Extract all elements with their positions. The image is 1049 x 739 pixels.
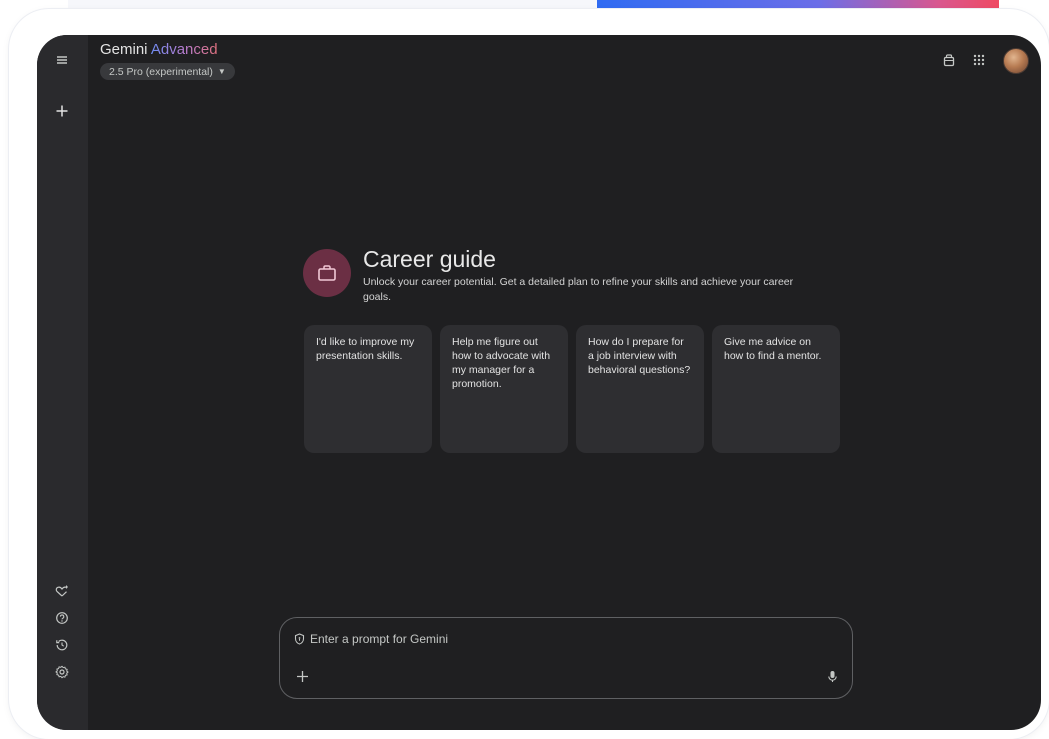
gem-bag-icon[interactable]	[938, 49, 960, 71]
browser-strip	[68, 0, 598, 8]
shield-icon	[294, 633, 305, 645]
tablet-frame: Gemini Advanced 2.5 Pro (experimental) ▼…	[9, 9, 1049, 739]
gem-title: Career guide	[363, 246, 496, 272]
prompt-card[interactable]: I'd like to improve my presentation skil…	[304, 325, 432, 453]
tier-label: Advanced	[150, 41, 218, 58]
gem-description: Unlock your career potential. Get a deta…	[363, 276, 794, 303]
app-title: Gemini Advanced	[100, 41, 218, 58]
model-label: 2.5 Pro (experimental)	[109, 65, 213, 78]
new-chat-icon[interactable]	[50, 99, 74, 123]
model-selector[interactable]: 2.5 Pro (experimental) ▼	[100, 63, 235, 80]
placeholder-text: Enter a prompt for Gemini	[310, 632, 449, 646]
prompt-text: How do I prepare for a job interview wit…	[588, 336, 691, 376]
prompt-input[interactable]: Enter a prompt for Gemini	[279, 617, 853, 699]
settings-icon[interactable]	[50, 660, 74, 684]
prompt-card[interactable]: Give me advice on how to find a mentor.	[712, 325, 840, 453]
add-attachment-icon[interactable]	[292, 666, 312, 686]
input-placeholder: Enter a prompt for Gemini	[294, 632, 448, 646]
prompt-card[interactable]: Help me figure out how to advocate with …	[440, 325, 568, 453]
avatar[interactable]	[1003, 48, 1029, 74]
caret-down-icon: ▼	[217, 67, 226, 76]
prompt-text: Help me figure out how to advocate with …	[452, 336, 551, 390]
prompt-card[interactable]: How do I prepare for a job interview wit…	[576, 325, 704, 453]
menu-icon[interactable]	[50, 48, 74, 72]
apps-grid-icon[interactable]	[968, 49, 990, 71]
help-icon[interactable]	[50, 606, 74, 630]
activity-icon[interactable]	[50, 633, 74, 657]
side-rail	[37, 35, 88, 730]
briefcase-icon	[303, 249, 351, 297]
prompt-text: Give me advice on how to find a mentor.	[724, 336, 822, 362]
gem-manager-icon[interactable]	[50, 579, 74, 603]
app-screen: Gemini Advanced 2.5 Pro (experimental) ▼…	[37, 35, 1041, 730]
microphone-icon[interactable]	[824, 668, 840, 684]
gradient-banner	[597, 0, 999, 8]
prompt-text: I'd like to improve my presentation skil…	[316, 336, 415, 362]
app-name: Gemini	[100, 41, 148, 58]
